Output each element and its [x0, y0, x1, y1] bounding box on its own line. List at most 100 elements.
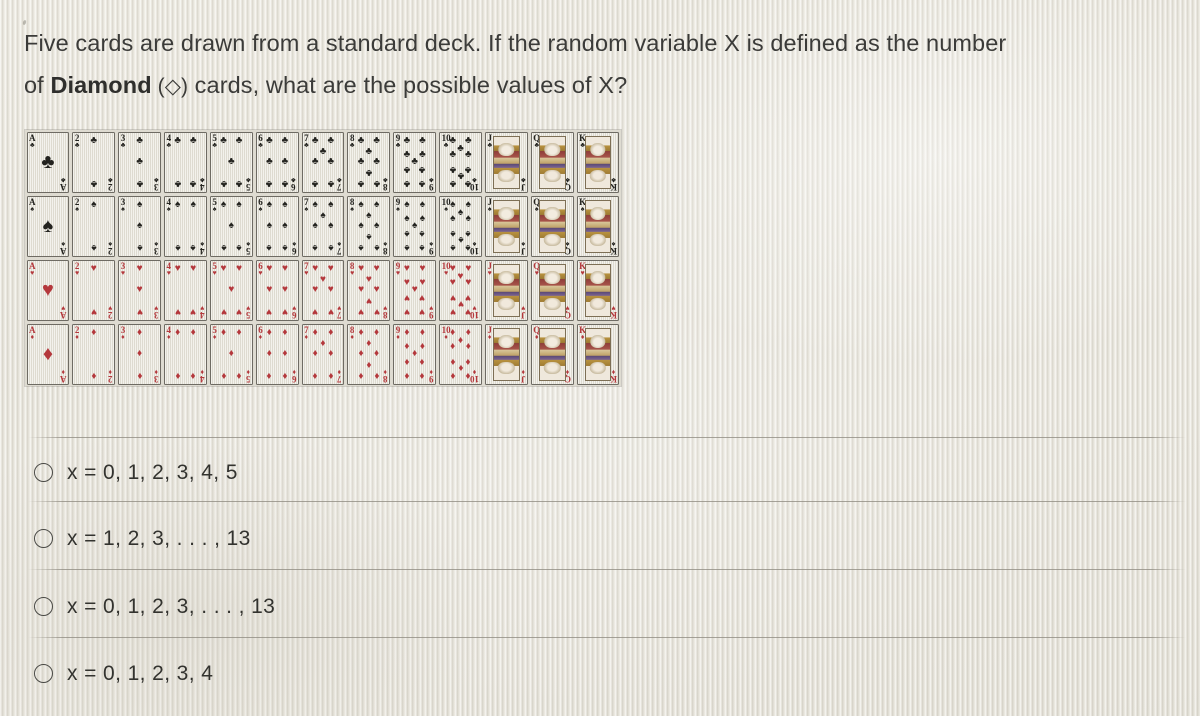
- card-7-of-clubs: 7 ♣ 7 ♣ ♣ ♣ ♣ ♣ ♣ ♣ ♣: [300, 130, 346, 194]
- card-pip: ♣: [419, 177, 426, 189]
- card-8-of-diamonds: 8 ♦ 8 ♦ ♦ ♦ ♦ ♦ ♦ ♦ ♦ ♦: [346, 322, 392, 386]
- card-pip: ♦: [312, 327, 318, 339]
- card-pip: ♠: [266, 241, 273, 253]
- card-pip-field: ♠ ♠ ♠ ♠ ♠ ♠ ♠ ♠ ♠ ♠: [449, 199, 472, 254]
- card-index-tl: 2 ♥: [74, 260, 80, 277]
- card-index-br: 3 ♣: [153, 175, 159, 192]
- card-pip: ♣: [136, 135, 143, 147]
- card-pip: ♥: [266, 263, 273, 275]
- card-pip-field: ♠ ♠ ♠ ♠ ♠: [220, 199, 243, 254]
- radio-button-a[interactable]: [34, 463, 53, 482]
- answer-option-d[interactable]: x = 0, 1, 2, 3, 4: [34, 663, 213, 684]
- question-line-2-prefix: of: [24, 72, 51, 98]
- card-pip: ♠: [358, 199, 364, 211]
- card-9-of-hearts: 9 ♥ 9 ♥ ♥ ♥ ♥ ♥ ♥ ♥ ♥ ♥ ♥: [392, 258, 438, 322]
- card-pip: ♣: [449, 163, 457, 175]
- card-pip-field: ♠ ♠ ♠ ♠ ♠ ♠: [266, 199, 289, 254]
- card-pip: ♦: [137, 327, 143, 339]
- card-pip: ♣: [357, 177, 365, 189]
- card-pip-field: ♣ ♣ ♣: [128, 135, 151, 190]
- card-pip: ♣: [449, 135, 457, 147]
- card-pip-field: ♥ ♥ ♥ ♥ ♥ ♥ ♥ ♥: [357, 263, 380, 318]
- card-2-of-clubs: 2 ♣ 2 ♣ ♣ ♣: [71, 130, 117, 194]
- card-pip-field: ♣ ♣ ♣ ♣: [174, 135, 197, 190]
- card-index-br: 3 ♥: [154, 303, 159, 320]
- card-pip: ♦: [220, 369, 227, 381]
- card-pip-field: ♣ ♣ ♣ ♣ ♣: [220, 135, 243, 190]
- card-pip: ♣: [457, 143, 464, 155]
- card-pip-field: ♥ ♥ ♥ ♥ ♥ ♥: [266, 263, 289, 318]
- card-pip: ♦: [465, 341, 471, 353]
- card-pip: ♥: [403, 277, 410, 289]
- card-index-br: 5 ♠: [245, 239, 251, 256]
- card-index-tl: J ♠: [487, 196, 492, 213]
- card-pip: ♣: [281, 135, 289, 147]
- card-pip: ♠: [328, 220, 334, 231]
- radio-button-d[interactable]: [34, 664, 53, 683]
- card-pip: ♠: [404, 227, 410, 239]
- card-9-of-spades: 9 ♠ 9 ♠ ♠ ♠ ♠ ♠ ♠ ♠ ♠ ♠ ♠: [392, 194, 438, 258]
- card-index-br: 8 ♦: [383, 367, 388, 384]
- card-index-br: 2 ♣: [108, 175, 113, 192]
- card-index-tl: A ♠: [29, 196, 36, 213]
- card-index-tl: 5 ♥: [212, 260, 217, 277]
- card-pip: ♥: [411, 284, 418, 295]
- card-pip: ♦: [266, 369, 272, 381]
- card-pip-field: ♣ ♣ ♣ ♣ ♣ ♣ ♣ ♣ ♣: [403, 135, 426, 190]
- card-4-of-hearts: 4 ♥ 4 ♥ ♥ ♥ ♥ ♥: [163, 258, 209, 322]
- answer-option-a[interactable]: x = 0, 1, 2, 3, 4, 5: [34, 462, 238, 483]
- card-pip: ♠: [175, 241, 181, 253]
- card-pip: ♥: [41, 279, 54, 301]
- radio-button-c[interactable]: [34, 597, 53, 616]
- card-4-of-diamonds: 4 ♦ 4 ♦ ♦ ♦ ♦ ♦: [163, 322, 209, 386]
- card-pip: ♦: [137, 369, 143, 381]
- card-index-br: 4 ♥: [199, 303, 205, 320]
- card-index-br: 8 ♠: [383, 239, 388, 256]
- card-pip: ♥: [419, 263, 426, 275]
- card-5-of-clubs: 5 ♣ 5 ♣ ♣ ♣ ♣ ♣ ♣: [208, 130, 254, 194]
- card-10-of-clubs: 10 ♣ 10 ♣ ♣ ♣ ♣ ♣ ♣ ♣ ♣ ♣ ♣ ♣: [438, 130, 484, 194]
- card-pip: ♥: [320, 273, 326, 285]
- card-pip: ♦: [419, 369, 425, 381]
- card-q-of-clubs: Q ♣ Q ♣: [529, 130, 575, 194]
- card-index-tl: 6 ♣: [258, 132, 263, 149]
- card-pip: ♠: [366, 231, 372, 243]
- card-pip: ♣: [189, 177, 197, 189]
- card-pip-field: ♦ ♦ ♦ ♦ ♦: [220, 327, 243, 382]
- card-pip: ♦: [320, 337, 326, 349]
- card-pip: ♣: [449, 177, 457, 189]
- card-pip: ♦: [465, 369, 471, 381]
- card-index-br: 9 ♠: [429, 239, 434, 256]
- card-pip: ♣: [403, 135, 411, 147]
- card-index-br: 4 ♣: [199, 175, 205, 192]
- card-pip: ♠: [91, 241, 97, 253]
- card-pip: ♠: [366, 209, 372, 221]
- card-pip-field: ♠ ♠ ♠ ♠ ♠ ♠ ♠ ♠ ♠: [403, 199, 426, 254]
- card-pip: ♥: [419, 305, 426, 317]
- card-4-of-clubs: 4 ♣ 4 ♣ ♣ ♣ ♣ ♣: [163, 130, 209, 194]
- card-pip: ♥: [90, 305, 97, 317]
- card-q-of-spades: Q ♠ Q ♠: [529, 194, 575, 258]
- card-pip: ♣: [136, 177, 143, 189]
- card-index-tl: 8 ♠: [349, 196, 355, 213]
- card-pip-field: ♦ ♦ ♦ ♦ ♦ ♦: [266, 327, 289, 382]
- card-pip: ♦: [358, 327, 364, 339]
- radio-button-b[interactable]: [34, 529, 53, 548]
- card-pip: ♦: [419, 341, 425, 353]
- card-index-br: 6 ♥: [291, 303, 297, 320]
- card-pip-field: ♠: [37, 199, 60, 254]
- option-separator: [28, 637, 1186, 638]
- card-index-br: 3 ♦: [154, 367, 159, 384]
- answer-option-c[interactable]: x = 0, 1, 2, 3, . . . , 13: [34, 596, 275, 617]
- face-card-art: [538, 263, 566, 317]
- card-7-of-spades: 7 ♠ 7 ♠ ♠ ♠ ♠ ♠ ♠ ♠ ♠: [300, 194, 346, 258]
- card-pip: ♥: [174, 263, 181, 275]
- card-2-of-spades: 2 ♠ 2 ♠ ♠ ♠: [71, 194, 117, 258]
- option-separator: [28, 501, 1186, 502]
- card-pip: ♦: [220, 327, 227, 339]
- card-index-tl: 3 ♥: [120, 260, 126, 277]
- card-pip: ♦: [404, 355, 410, 367]
- answer-option-b[interactable]: x = 1, 2, 3, . . . , 13: [34, 528, 251, 549]
- card-j-of-spades: J ♠ J ♠: [483, 194, 529, 258]
- card-8-of-spades: 8 ♠ 8 ♠ ♠ ♠ ♠ ♠ ♠ ♠ ♠ ♠: [346, 194, 392, 258]
